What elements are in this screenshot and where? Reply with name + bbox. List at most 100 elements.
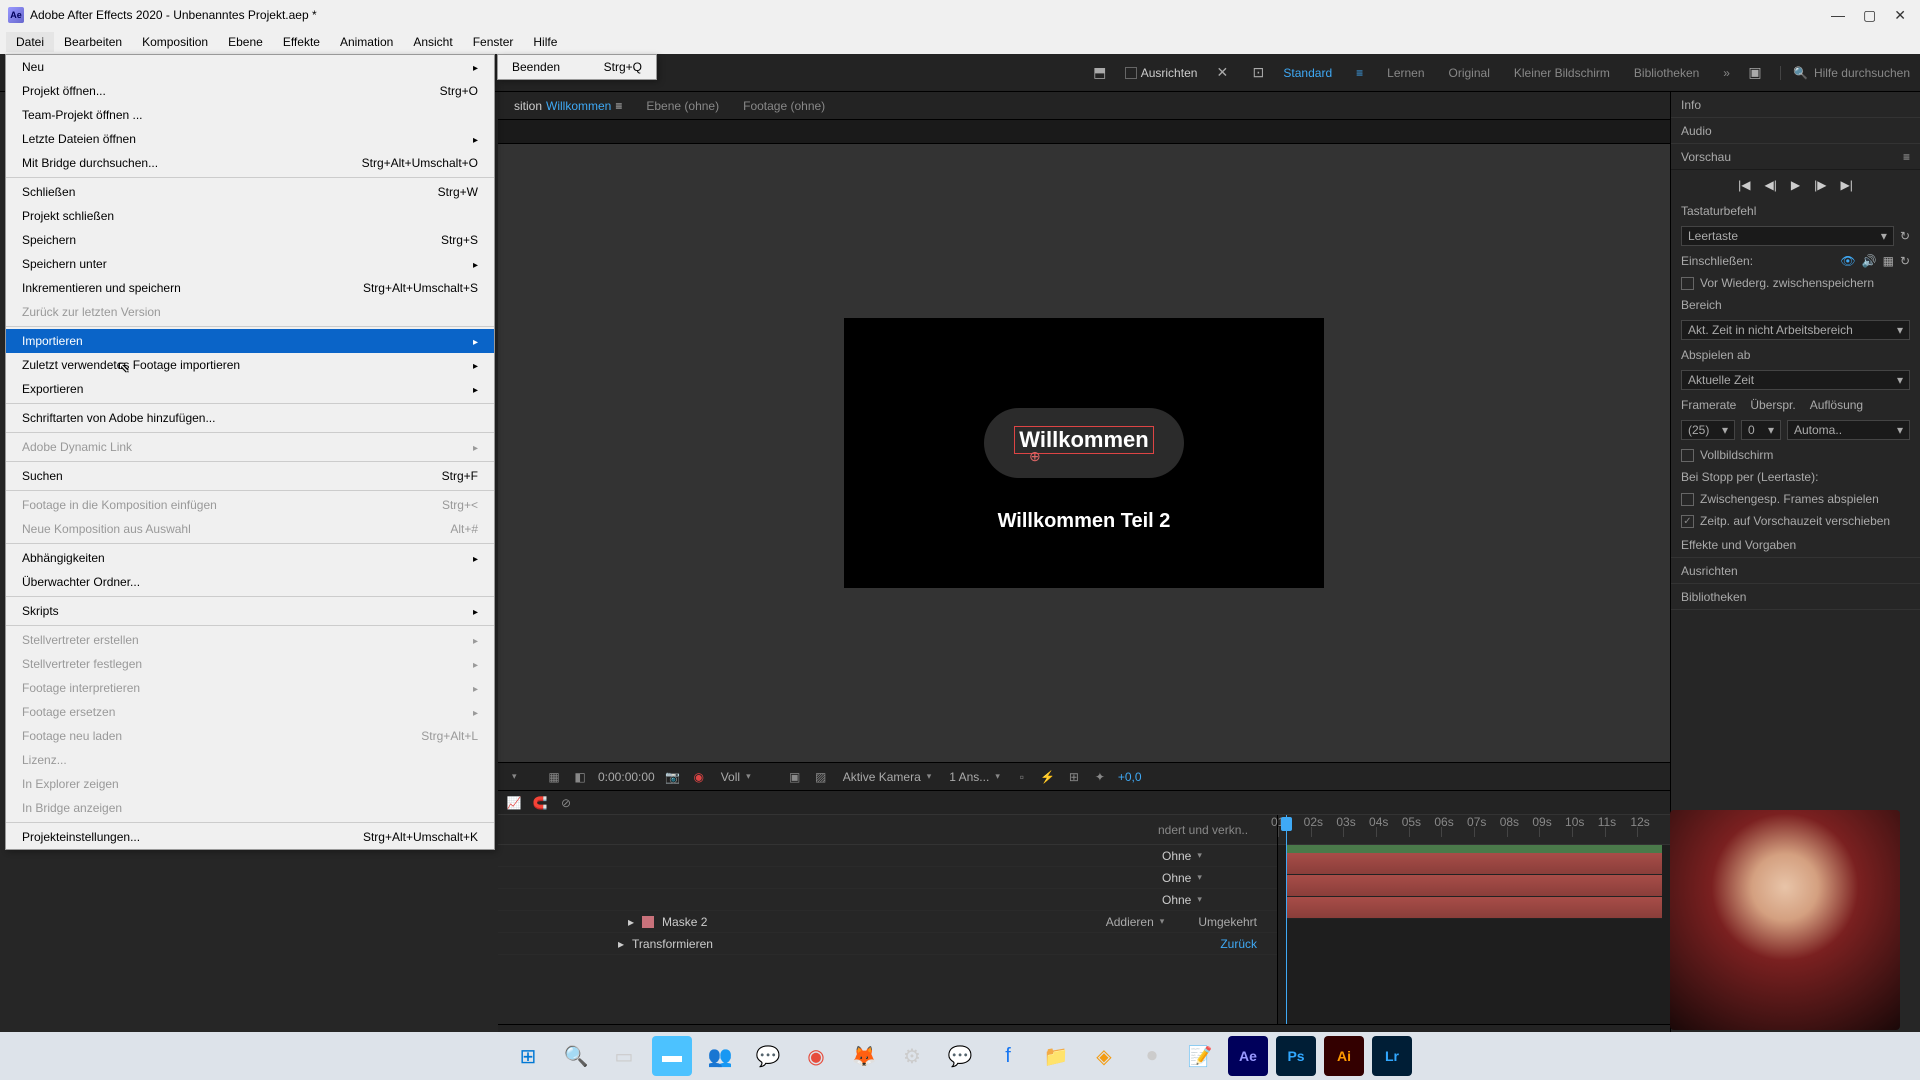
expand-icon[interactable]: ▸: [628, 915, 634, 929]
bereich-dd[interactable]: Akt. Zeit in nicht Arbeitsbereich▾: [1681, 320, 1910, 340]
tl-snap-icon[interactable]: 🧲: [532, 795, 548, 811]
mask-invert[interactable]: Umgekehrt: [1198, 915, 1257, 929]
resolution-dd[interactable]: Voll: [717, 769, 777, 785]
workspace-panel-icon[interactable]: ▣: [1744, 62, 1766, 84]
tb-whatsapp-icon[interactable]: 💬: [748, 1036, 788, 1076]
menu-item[interactable]: Schriftarten von Adobe hinzufügen...: [6, 406, 494, 430]
panel-ausrichten[interactable]: Ausrichten: [1671, 558, 1920, 584]
prev-frame-icon[interactable]: ◀|: [1765, 178, 1777, 192]
menu-item[interactable]: Inkrementieren und speichernStrg+Alt+Ums…: [6, 276, 494, 300]
anchor-point-icon[interactable]: ⊕: [1029, 448, 1041, 465]
tb-ai-icon[interactable]: Ai: [1324, 1036, 1364, 1076]
tb-explorer-icon[interactable]: ▬: [652, 1036, 692, 1076]
panel-info[interactable]: Info: [1671, 92, 1920, 118]
snapping-icon[interactable]: ⬒: [1089, 62, 1111, 84]
loop-icon[interactable]: ↻: [1900, 254, 1910, 268]
last-frame-icon[interactable]: ▶|: [1840, 178, 1852, 192]
ws-menu-icon[interactable]: ≡: [1356, 66, 1363, 80]
grid-icon[interactable]: ▦: [546, 769, 562, 785]
timecode[interactable]: 0:00:00:00: [598, 770, 655, 784]
menu-item[interactable]: Projekt schließen: [6, 204, 494, 228]
mask-color-swatch[interactable]: [642, 916, 654, 928]
include-overlay-icon[interactable]: ▦: [1883, 254, 1894, 268]
tb-ae-icon[interactable]: Ae: [1228, 1036, 1268, 1076]
menu-datei[interactable]: Datei: [6, 32, 54, 52]
menu-item[interactable]: Projekteinstellungen...Strg+Alt+Umschalt…: [6, 825, 494, 849]
snap-grid-icon[interactable]: ⊡: [1247, 62, 1269, 84]
zeitp-check[interactable]: ✓: [1681, 515, 1694, 528]
tb-notes-icon[interactable]: 📝: [1180, 1036, 1220, 1076]
menu-item[interactable]: Skripts: [6, 599, 494, 623]
play-icon[interactable]: ▶: [1791, 178, 1800, 192]
include-audio-icon[interactable]: 🔊: [1862, 254, 1877, 268]
playhead[interactable]: [1286, 815, 1287, 1024]
ausrichten-toggle[interactable]: Ausrichten: [1125, 66, 1198, 80]
tl-graph-icon[interactable]: 📈: [506, 795, 522, 811]
first-frame-icon[interactable]: |◀: [1738, 178, 1750, 192]
menu-fenster[interactable]: Fenster: [463, 32, 524, 52]
menu-item[interactable]: SchließenStrg+W: [6, 180, 494, 204]
ws-overflow-icon[interactable]: »: [1723, 66, 1730, 80]
submenu-beenden[interactable]: BeendenStrg+Q: [498, 55, 656, 79]
fps-dd[interactable]: (25)▾: [1681, 420, 1735, 440]
menu-item[interactable]: Exportieren: [6, 377, 494, 401]
channel-icon[interactable]: ◉: [691, 769, 707, 785]
menu-animation[interactable]: Animation: [330, 32, 403, 52]
menu-item[interactable]: Abhängigkeiten: [6, 546, 494, 570]
tb-ps-icon[interactable]: Ps: [1276, 1036, 1316, 1076]
layer-row-1[interactable]: Ohne: [498, 845, 1277, 867]
ws-biblio[interactable]: Bibliotheken: [1634, 66, 1699, 80]
mask-icon[interactable]: ◧: [572, 769, 588, 785]
tb-firefox-icon[interactable]: 🦊: [844, 1036, 884, 1076]
menu-item[interactable]: Team-Projekt öffnen ...: [6, 103, 494, 127]
vollbild-check[interactable]: [1681, 449, 1694, 462]
layer-row-2[interactable]: Ohne: [498, 867, 1277, 889]
comp-canvas[interactable]: Willkommen ⊕ Willkommen Teil 2: [844, 318, 1324, 588]
tb-lr-icon[interactable]: Lr: [1372, 1036, 1412, 1076]
ws-original[interactable]: Original: [1449, 66, 1490, 80]
panel-biblio[interactable]: Bibliotheken: [1671, 584, 1920, 610]
transparency-icon[interactable]: ▨: [813, 769, 829, 785]
menu-item[interactable]: Projekt öffnen...Strg+O: [6, 79, 494, 103]
zoom-dd[interactable]: [506, 770, 536, 783]
cache-check[interactable]: [1681, 277, 1694, 290]
panel-vorschau[interactable]: Vorschau≡: [1671, 144, 1920, 170]
comp-viewer[interactable]: Willkommen ⊕ Willkommen Teil 2: [498, 144, 1670, 762]
comp-tab-footage[interactable]: Footage (ohne): [733, 95, 835, 117]
menu-item[interactable]: SuchenStrg+F: [6, 464, 494, 488]
snap-edge-icon[interactable]: ✕: [1211, 62, 1233, 84]
work-area-bar[interactable]: [1286, 845, 1662, 853]
zwischen-check[interactable]: [1681, 493, 1694, 506]
tab-menu-icon[interactable]: ≡: [615, 99, 622, 113]
snapshot-icon[interactable]: 📷: [665, 769, 681, 785]
mask-mode-dd[interactable]: Addieren: [1102, 914, 1169, 930]
track-bar-2[interactable]: [1286, 875, 1662, 897]
transform-reset[interactable]: Zurück: [1220, 937, 1257, 951]
menu-item[interactable]: Importieren: [6, 329, 494, 353]
menu-bearbeiten[interactable]: Bearbeiten: [54, 32, 132, 52]
tb-search-icon[interactable]: 🔍: [556, 1036, 596, 1076]
comp-tab-ebene[interactable]: Ebene (ohne): [636, 95, 729, 117]
ws-standard[interactable]: Standard: [1283, 66, 1332, 80]
menu-item[interactable]: Letzte Dateien öffnen: [6, 127, 494, 151]
menu-hilfe[interactable]: Hilfe: [523, 32, 567, 52]
tl-shy-icon[interactable]: ⊘: [558, 795, 574, 811]
fast-icon[interactable]: ⚡: [1040, 769, 1056, 785]
menu-ebene[interactable]: Ebene: [218, 32, 273, 52]
menu-item[interactable]: Zuletzt verwendetes Footage importieren: [6, 353, 494, 377]
panel-menu-icon[interactable]: ≡: [1903, 150, 1910, 164]
panel-audio[interactable]: Audio: [1671, 118, 1920, 144]
timeline-ruler[interactable]: 01s02s03s04s05s06s07s08s09s10s11s12s: [1278, 815, 1670, 845]
tb-app3-icon[interactable]: ◈: [1084, 1036, 1124, 1076]
search-help[interactable]: 🔍 Hilfe durchsuchen: [1780, 66, 1910, 80]
timeline-tracks[interactable]: 01s02s03s04s05s06s07s08s09s10s11s12s: [1278, 815, 1670, 1024]
tb-app1-icon[interactable]: ◉: [796, 1036, 836, 1076]
reset-icon[interactable]: ↻: [1900, 229, 1910, 243]
track-bar-3[interactable]: [1286, 897, 1662, 919]
layer-transform[interactable]: ▸ Transformieren Zurück: [498, 933, 1277, 955]
track-bar-1[interactable]: [1286, 853, 1662, 875]
comp-tab-willkommen[interactable]: sition Willkommen ≡: [504, 95, 632, 117]
tb-facebook-icon[interactable]: f: [988, 1036, 1028, 1076]
tb-app2-icon[interactable]: ⚙: [892, 1036, 932, 1076]
minimize-icon[interactable]: —: [1831, 7, 1845, 24]
